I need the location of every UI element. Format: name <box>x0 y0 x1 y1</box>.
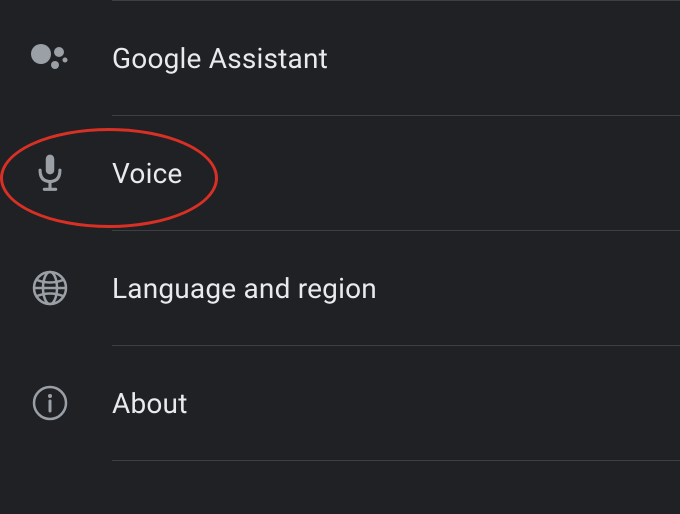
settings-item-label: Voice <box>112 157 182 190</box>
settings-item-language-region[interactable]: Language and region <box>0 231 680 345</box>
settings-item-google-assistant[interactable]: Google Assistant <box>0 1 680 115</box>
settings-item-about[interactable]: About <box>0 346 680 460</box>
mic-icon <box>28 151 72 195</box>
settings-list: Google Assistant Voice Language and regi… <box>0 0 680 461</box>
globe-icon <box>28 266 72 310</box>
settings-item-label: Google Assistant <box>112 42 328 75</box>
settings-item-voice[interactable]: Voice <box>0 116 680 230</box>
assistant-icon <box>28 36 72 80</box>
settings-item-label: About <box>112 387 188 420</box>
info-icon <box>28 381 72 425</box>
divider <box>112 460 680 461</box>
settings-item-label: Language and region <box>112 272 377 305</box>
